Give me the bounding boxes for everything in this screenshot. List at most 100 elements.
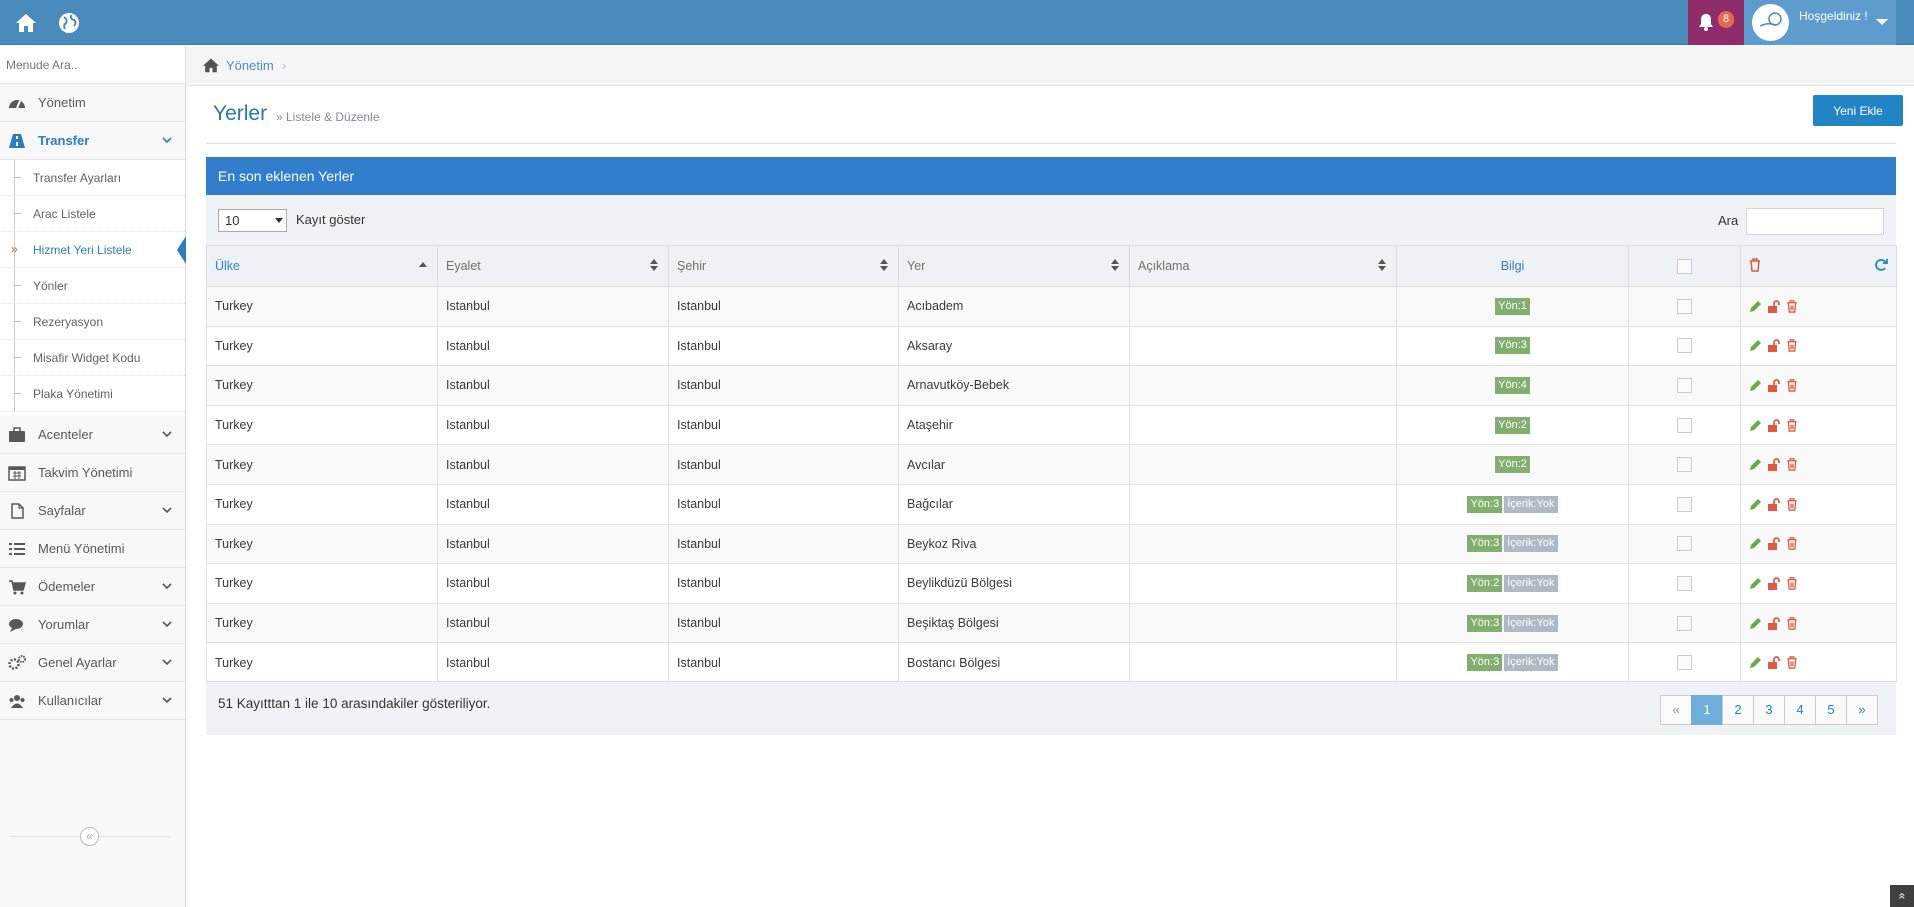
sidebar-collapse-button[interactable]: «	[80, 827, 99, 846]
row-checkbox[interactable]	[1677, 615, 1692, 631]
unlock-icon[interactable]	[1767, 616, 1781, 630]
sidebar-item-yorumlar[interactable]: Yorumlar	[0, 606, 185, 644]
user-menu[interactable]: Hoşgeldiniz !	[1744, 0, 1896, 45]
column-header-actions	[1740, 245, 1897, 287]
home-icon[interactable]	[14, 11, 38, 35]
unlock-icon[interactable]	[1767, 379, 1781, 392]
unlock-icon[interactable]	[1767, 418, 1781, 432]
globe-icon[interactable]	[57, 11, 81, 35]
trash-icon[interactable]	[1786, 577, 1798, 590]
row-checkbox[interactable]	[1677, 378, 1692, 394]
pencil-icon[interactable]	[1749, 656, 1762, 669]
scroll-to-top-button[interactable]: «	[1890, 885, 1914, 907]
pencil-icon[interactable]	[1749, 339, 1762, 352]
pencil-icon[interactable]	[1749, 537, 1762, 550]
pagination-page[interactable]: 3	[1753, 695, 1785, 725]
row-checkbox[interactable]	[1677, 417, 1692, 433]
cell-aciklama	[1129, 404, 1397, 446]
sidebar-item-menu-yonetimi[interactable]: Menü Yönetimi	[0, 530, 185, 568]
row-checkbox[interactable]	[1677, 655, 1692, 671]
menu-search-input[interactable]	[0, 46, 185, 84]
sidebar-item-odemeler[interactable]: Ödemeler	[0, 568, 185, 606]
pagination: « 1 2 3 4 5 »	[1660, 695, 1878, 725]
pagination-page[interactable]: 2	[1722, 695, 1754, 725]
sidebar-item-genel-ayarlar[interactable]: Genel Ayarlar	[0, 644, 185, 682]
submenu-item-arac-listele[interactable]: Arac Listele	[0, 196, 185, 232]
pagination-page[interactable]: 1	[1691, 695, 1723, 725]
add-new-button[interactable]: Yeni Ekle	[1813, 95, 1903, 126]
unlock-icon[interactable]	[1767, 458, 1781, 472]
unlock-icon[interactable]	[1767, 299, 1781, 313]
submenu-item-yonler[interactable]: Yönler	[0, 268, 185, 304]
cell-aciklama	[1129, 563, 1397, 604]
unlock-icon[interactable]	[1767, 339, 1781, 353]
submenu-item-hizmet-yeri-listele[interactable]: » Hizmet Yeri Listele	[0, 232, 186, 268]
pagination-page[interactable]: 4	[1784, 695, 1816, 725]
pagination-next[interactable]: »	[1846, 695, 1878, 725]
trash-icon[interactable]	[1786, 537, 1798, 551]
unlock-icon[interactable]	[1767, 497, 1781, 511]
trash-icon[interactable]	[1786, 418, 1798, 432]
trash-icon[interactable]	[1786, 458, 1798, 471]
refresh-icon[interactable]	[1874, 258, 1888, 272]
cell-actions	[1740, 286, 1897, 327]
cell-bilgi: Yön:3 İçerik:Yok	[1396, 483, 1629, 525]
pencil-icon[interactable]	[1749, 300, 1762, 313]
search-label: Ara	[1718, 213, 1739, 228]
sidebar-item-acenteler[interactable]: Acenteler	[0, 416, 185, 454]
submenu-item-rezeryasyon[interactable]: Rezeryasyon	[0, 304, 185, 340]
notifications-button[interactable]: 8	[1688, 0, 1744, 45]
page-length-select[interactable]: 10	[218, 209, 287, 232]
sidebar-item-kullanicilar[interactable]: Kullanıcılar	[0, 682, 185, 720]
home-icon[interactable]	[202, 57, 220, 73]
unlock-icon[interactable]	[1767, 656, 1781, 670]
briefcase-icon	[8, 427, 26, 443]
row-checkbox[interactable]	[1677, 576, 1692, 592]
pagination-prev[interactable]: «	[1660, 695, 1692, 725]
pencil-icon[interactable]	[1749, 458, 1762, 471]
row-checkbox[interactable]	[1677, 457, 1692, 473]
column-header-sehir[interactable]: Şehir	[668, 245, 899, 287]
submenu-item-transfer-ayarlari[interactable]: Transfer Ayarları	[0, 160, 185, 196]
trash-icon[interactable]	[1786, 616, 1798, 630]
trash-icon[interactable]	[1749, 258, 1761, 272]
cell-actions	[1740, 404, 1897, 446]
cell-ulke: Turkey	[206, 365, 438, 406]
row-checkbox[interactable]	[1677, 298, 1692, 314]
chevron-down-icon	[162, 621, 172, 628]
breadcrumb: Yönetim ›	[186, 46, 1914, 86]
pencil-icon[interactable]	[1749, 379, 1762, 392]
sidebar-item-sayfalar[interactable]: Sayfalar	[0, 492, 185, 530]
cell-yer: Arnavutköy-Bebek	[898, 365, 1130, 406]
divider	[206, 143, 1896, 144]
pencil-icon[interactable]	[1749, 577, 1762, 590]
cell-select	[1628, 642, 1741, 683]
submenu-item-misafir-widget-kodu[interactable]: Misafir Widget Kodu	[0, 340, 185, 376]
unlock-icon[interactable]	[1767, 537, 1781, 551]
select-all-checkbox[interactable]	[1677, 258, 1692, 274]
column-header-yer[interactable]: Yer	[898, 245, 1130, 287]
breadcrumb-link-yonetim[interactable]: Yönetim	[226, 58, 274, 73]
pencil-icon[interactable]	[1749, 419, 1762, 432]
column-header-select-all[interactable]	[1628, 245, 1741, 287]
trash-icon[interactable]	[1786, 656, 1798, 669]
sidebar-item-yonetim[interactable]: Yönetim	[0, 84, 185, 122]
trash-icon[interactable]	[1786, 498, 1798, 511]
table-search-input[interactable]	[1746, 208, 1884, 235]
column-header-aciklama[interactable]: Açıklama	[1129, 245, 1397, 287]
row-checkbox[interactable]	[1677, 536, 1692, 552]
pagination-page[interactable]: 5	[1815, 695, 1847, 725]
trash-icon[interactable]	[1786, 339, 1798, 353]
submenu-item-plaka-yonetimi[interactable]: Plaka Yönetimi	[0, 376, 185, 412]
column-header-eyalet[interactable]: Eyalet	[437, 245, 669, 287]
unlock-icon[interactable]	[1767, 577, 1781, 590]
pencil-icon[interactable]	[1749, 617, 1762, 630]
row-checkbox[interactable]	[1677, 496, 1692, 512]
row-checkbox[interactable]	[1677, 338, 1692, 354]
column-header-ulke[interactable]: Ülke	[206, 245, 438, 287]
sidebar-item-transfer[interactable]: Transfer	[0, 122, 185, 160]
sidebar-item-takvim-yonetimi[interactable]: Takvim Yönetimi	[0, 454, 185, 492]
trash-icon[interactable]	[1786, 379, 1798, 392]
trash-icon[interactable]	[1786, 300, 1798, 313]
pencil-icon[interactable]	[1749, 498, 1762, 511]
